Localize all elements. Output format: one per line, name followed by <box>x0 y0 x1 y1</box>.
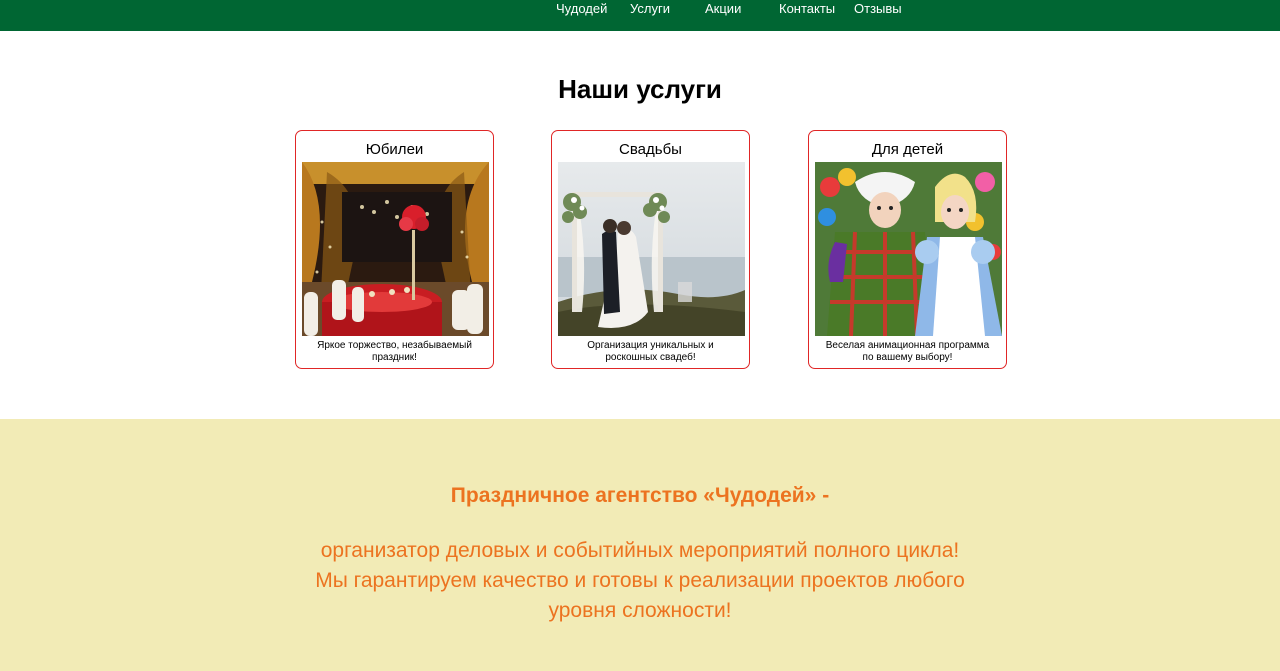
nav-link-services[interactable]: Услуги <box>630 0 670 17</box>
service-card-kids[interactable]: Для детей Веселая анимационная программа… <box>808 130 1007 369</box>
about-text: организатор деловых и событийных меропри… <box>0 536 1280 626</box>
card-title: Юбилеи <box>365 141 424 158</box>
banquet-hall-photo <box>302 162 489 336</box>
about-line: уровня сложности! <box>548 599 732 622</box>
service-card-weddings[interactable]: Свадьбы Организация уникальных и роскошн… <box>551 130 750 369</box>
nav-link-home[interactable]: Чудодей <box>556 0 607 17</box>
about-line: организатор деловых и событийных меропри… <box>320 539 960 562</box>
services-heading: Наши услуги <box>558 74 722 104</box>
service-card-anniversary[interactable]: Юбилеи Яркое торжество, незабываемый пра… <box>295 130 494 369</box>
kids-animators-photo <box>815 162 1002 336</box>
services-section: Наши услуги Юбилеи Яркое торжество, неза… <box>0 31 1280 419</box>
wedding-couple-photo <box>558 162 745 336</box>
card-description: Яркое торжество, незабываемый праздник! <box>317 340 472 363</box>
about-heading: Праздничное агентство «Чудодей» - <box>450 484 830 507</box>
top-nav-bar: Чудодей Услуги Акции Контакты Отзывы <box>0 0 1280 31</box>
card-description: Веселая анимационная программа по вашему… <box>825 340 990 363</box>
nav-link-reviews[interactable]: Отзывы <box>854 0 902 17</box>
card-description: Организация уникальных и роскошных сваде… <box>587 340 714 363</box>
card-title: Свадьбы <box>619 141 682 158</box>
about-section: Праздничное агентство «Чудодей» - органи… <box>0 419 1280 671</box>
nav-link-promotions[interactable]: Акции <box>705 0 741 17</box>
nav-link-contacts[interactable]: Контакты <box>779 0 835 17</box>
card-title: Для детей <box>871 141 944 158</box>
about-line: Мы гарантируем качество и готовы к реали… <box>315 569 965 592</box>
